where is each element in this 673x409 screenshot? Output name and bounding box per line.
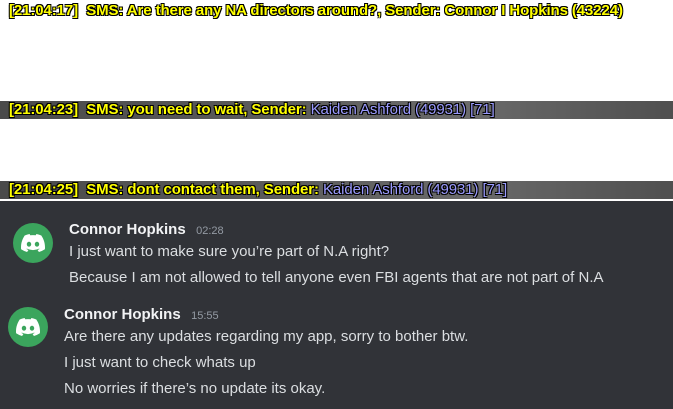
sms-sender: Kaiden Ashford (49931) [71] <box>323 181 508 198</box>
sms-timestamp: [21:04:17] <box>9 2 79 19</box>
avatar[interactable] <box>8 307 48 347</box>
chat-panel: Connor Hopkins 02:28 I just want to make… <box>0 201 673 409</box>
sms-timestamp: [21:04:23] <box>9 101 79 118</box>
message-timestamp: 02:28 <box>196 225 224 237</box>
message-text: No worries if there’s no update its okay… <box>64 380 326 397</box>
sms-sender: Kaiden Ashford (49931) [71] <box>310 101 495 118</box>
message-text: I just want to make sure you’re part of … <box>69 243 390 260</box>
message-author[interactable]: Connor Hopkins <box>64 306 181 323</box>
sms-log-entry: [21:04:25] SMS: dont contact them, Sende… <box>0 181 673 199</box>
message-author[interactable]: Connor Hopkins <box>69 221 186 238</box>
sms-timestamp: [21:04:25] <box>9 181 79 198</box>
discord-logo-icon <box>16 318 40 336</box>
message-text: Because I am not allowed to tell anyone … <box>69 269 604 286</box>
message-text: Are there any updates regarding my app, … <box>64 328 469 345</box>
sms-message: SMS: you need to wait, Sender: <box>86 101 307 118</box>
avatar[interactable] <box>13 223 53 263</box>
discord-logo-icon <box>21 234 45 252</box>
message-text: I just want to check whats up <box>64 354 256 371</box>
sms-message: SMS: dont contact them, Sender: <box>86 181 319 198</box>
sms-log-entry: [21:04:23] SMS: you need to wait, Sender… <box>0 101 673 119</box>
sms-message: SMS: Are there any NA directors around?,… <box>86 2 623 19</box>
message-timestamp: 15:55 <box>191 310 219 322</box>
sms-log-entry: [21:04:17] SMS: Are there any NA directo… <box>0 2 673 20</box>
